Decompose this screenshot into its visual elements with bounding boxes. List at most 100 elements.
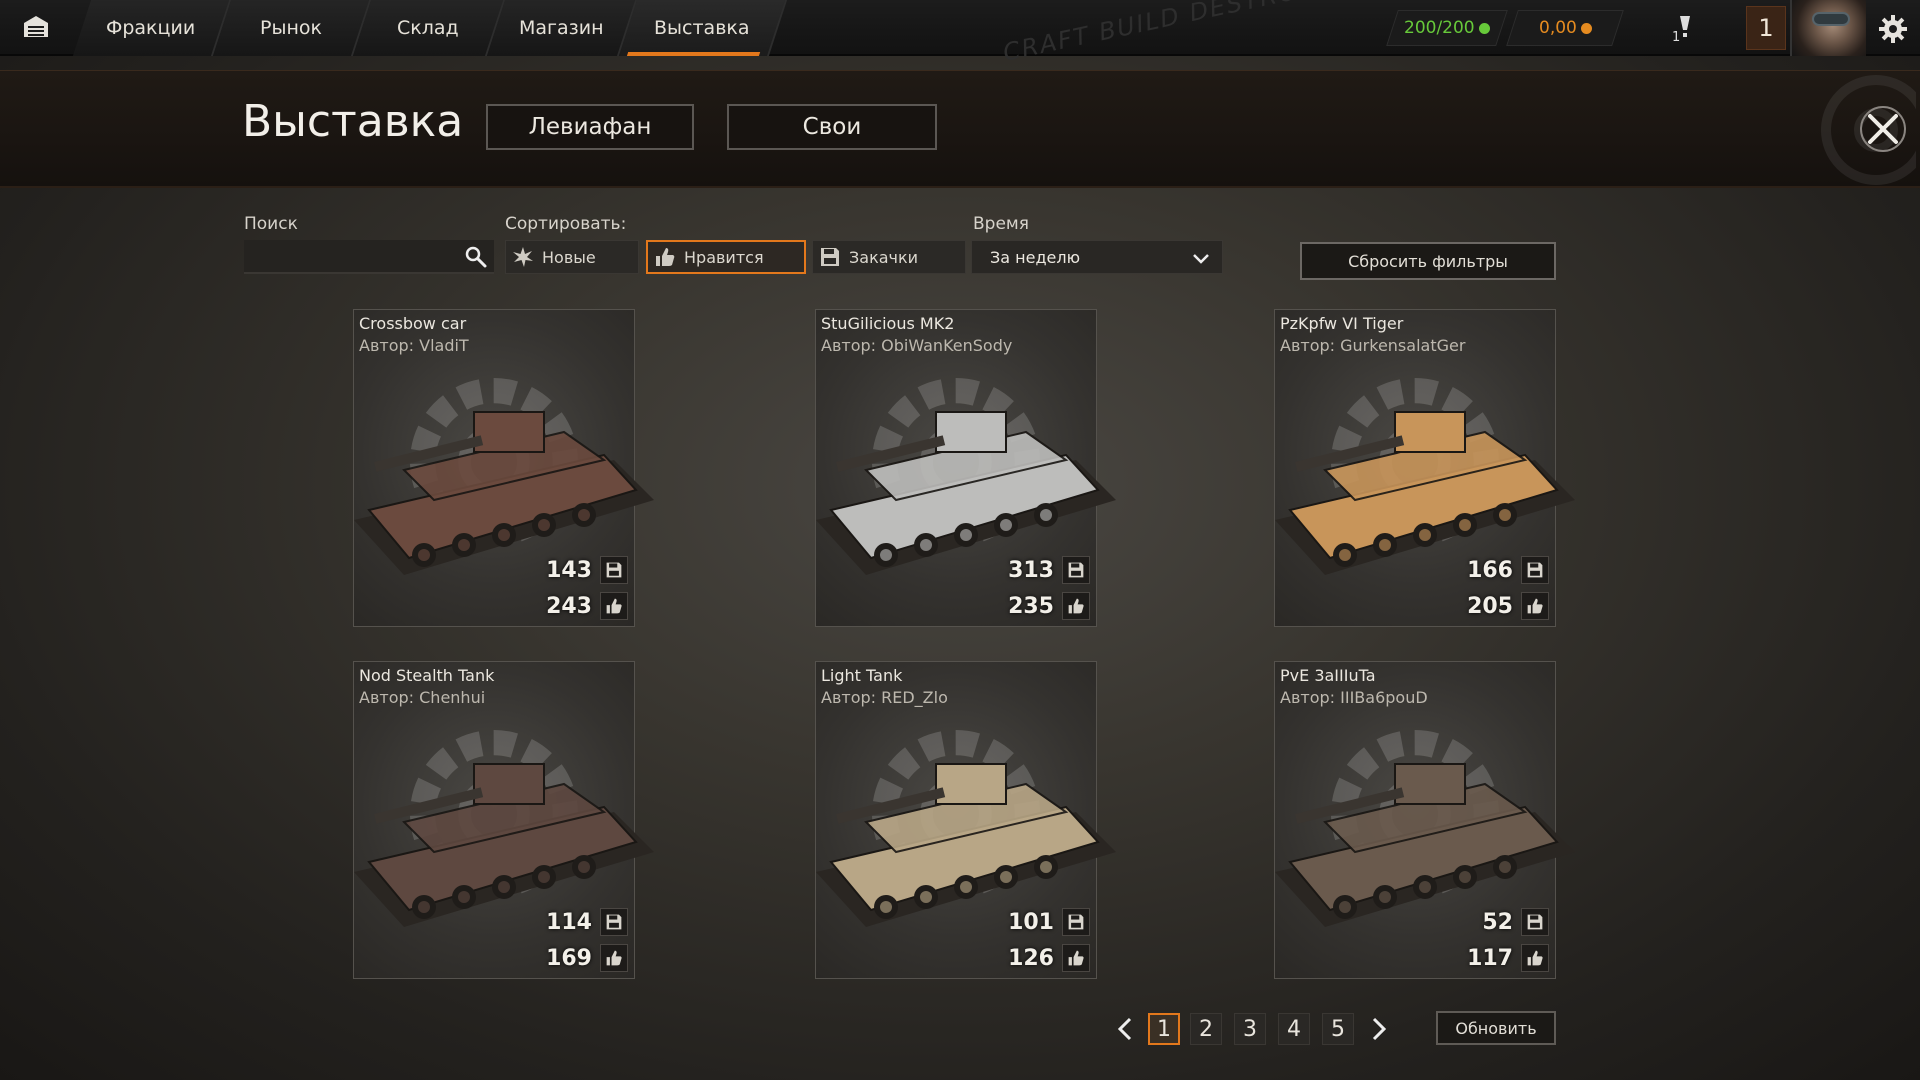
- vehicle-card[interactable]: StuGilicious MK2 Автор: ObiWanKenSody 31…: [815, 309, 1116, 627]
- sort-new-button[interactable]: Новые: [505, 240, 639, 274]
- tab-shop[interactable]: Магазин: [486, 0, 638, 56]
- save-icon[interactable]: [1521, 556, 1549, 584]
- save-icon[interactable]: [1521, 908, 1549, 936]
- likes-stat: 169: [546, 944, 628, 972]
- downloads-stat: 313: [1008, 556, 1090, 584]
- graffiti-decoration: CRAFT BUILD DESTROY: [1000, 0, 1318, 67]
- vehicle-card[interactable]: PvE 3aIIIuTa Автор: IIIBa6pouD 52 117: [1274, 661, 1575, 979]
- page-2-button[interactable]: 2: [1190, 1013, 1222, 1045]
- vehicle-card[interactable]: Crossbow car Автор: VladiT 143 243: [353, 309, 654, 627]
- sort-likes-button[interactable]: Нравится: [646, 240, 806, 274]
- tab-factions[interactable]: Фракции: [72, 0, 232, 56]
- thumbs-up-icon[interactable]: [1521, 592, 1549, 620]
- vehicle-author: Автор: GurkensalatGer: [1280, 336, 1465, 355]
- fuel-value: 200/200: [1404, 18, 1475, 38]
- thumbs-up-icon[interactable]: [600, 944, 628, 972]
- prev-page-icon[interactable]: [1114, 1016, 1138, 1042]
- thumbs-up-icon[interactable]: [600, 592, 628, 620]
- save-icon[interactable]: [600, 908, 628, 936]
- vehicle-card[interactable]: Nod Stealth Tank Автор: Chenhui 114 169: [353, 661, 654, 979]
- coins-value: 0,00: [1538, 18, 1577, 38]
- author-name: IIIBa6pouD: [1340, 688, 1428, 707]
- author-name: Chenhui: [419, 688, 486, 707]
- tab-market-label: Рынок: [260, 17, 322, 39]
- likes-count: 126: [1008, 945, 1054, 971]
- vehicle-author: Автор: IIIBa6pouD: [1280, 688, 1428, 707]
- search-field: [244, 240, 494, 274]
- top-nav-bar: Фракции Рынок Склад Магазин Выставка CRA…: [0, 0, 1920, 67]
- likes-stat: 126: [1008, 944, 1090, 972]
- sort-downloads-button[interactable]: Закачки: [812, 240, 966, 274]
- vehicle-author: Автор: VladiT: [359, 336, 469, 355]
- page-5-button[interactable]: 5: [1322, 1013, 1354, 1045]
- search-input[interactable]: [244, 240, 454, 272]
- save-icon[interactable]: [600, 556, 628, 584]
- downloads-stat: 143: [546, 556, 628, 584]
- likes-stat: 235: [1008, 592, 1090, 620]
- save-icon: [819, 246, 841, 268]
- author-prefix: Автор:: [359, 688, 415, 707]
- search-icon[interactable]: [464, 245, 488, 269]
- author-name: VladiT: [419, 336, 469, 355]
- tab-market[interactable]: Рынок: [212, 0, 372, 56]
- own-button[interactable]: Свои: [727, 104, 937, 150]
- downloads-stat: 114: [546, 908, 628, 936]
- time-value: За неделю: [990, 247, 1081, 267]
- page-4-button[interactable]: 4: [1278, 1013, 1310, 1045]
- tab-storage-label: Склад: [397, 17, 459, 39]
- sort-new-label: Новые: [542, 247, 596, 267]
- page-title: Выставка: [242, 96, 464, 147]
- sort-downloads-label: Закачки: [849, 247, 919, 267]
- player-level: 1: [1746, 6, 1786, 50]
- avatar-goggles: [1812, 12, 1850, 26]
- save-icon[interactable]: [1062, 908, 1090, 936]
- thumbs-up-icon[interactable]: [1521, 944, 1549, 972]
- downloads-count: 52: [1482, 909, 1513, 935]
- author-name: ObiWanKenSody: [881, 336, 1013, 355]
- refresh-button[interactable]: Обновить: [1436, 1011, 1556, 1045]
- tab-storage[interactable]: Склад: [352, 0, 506, 56]
- coins-counter[interactable]: 0,00: [1506, 10, 1624, 46]
- author-prefix: Автор:: [359, 336, 415, 355]
- search-label: Поиск: [244, 214, 298, 234]
- vehicle-card[interactable]: Light Tank Автор: RED_Zlo 101 126: [815, 661, 1116, 979]
- page-3-button[interactable]: 3: [1234, 1013, 1266, 1045]
- time-label: Время: [973, 214, 1029, 234]
- vehicle-name: Crossbow car: [359, 314, 467, 333]
- vehicle-name: StuGilicious MK2: [821, 314, 955, 333]
- author-name: GurkensalatGer: [1340, 336, 1466, 355]
- vehicle-name: Light Tank: [821, 666, 903, 685]
- thumbs-up-icon[interactable]: [1062, 592, 1090, 620]
- author-prefix: Автор:: [821, 336, 877, 355]
- downloads-stat: 101: [1008, 908, 1090, 936]
- downloads-stat: 52: [1482, 908, 1549, 936]
- likes-stat: 243: [546, 592, 628, 620]
- likes-stat: 117: [1467, 944, 1549, 972]
- downloads-count: 166: [1467, 557, 1513, 583]
- likes-count: 235: [1008, 593, 1054, 619]
- vehicle-card[interactable]: PzKpfw VI Tiger Автор: GurkensalatGer 16…: [1274, 309, 1575, 627]
- downloads-count: 101: [1008, 909, 1054, 935]
- vehicle-author: Автор: ObiWanKenSody: [821, 336, 1012, 355]
- gear-icon[interactable]: [1878, 14, 1908, 44]
- reset-filters-button[interactable]: Сбросить фильтры: [1300, 242, 1556, 280]
- page-1-button[interactable]: 1: [1148, 1013, 1180, 1045]
- downloads-count: 114: [546, 909, 592, 935]
- next-page-icon[interactable]: [1366, 1016, 1390, 1042]
- thumbs-up-icon: [654, 246, 676, 268]
- downloads-count: 313: [1008, 557, 1054, 583]
- likes-count: 169: [546, 945, 592, 971]
- home-icon[interactable]: [14, 6, 58, 46]
- downloads-stat: 166: [1467, 556, 1549, 584]
- tab-exhibition-label: Выставка: [654, 17, 750, 39]
- fuel-icon: [1478, 22, 1490, 34]
- close-icon[interactable]: [1858, 104, 1908, 154]
- time-dropdown[interactable]: За неделю: [971, 240, 1223, 274]
- leviathan-button[interactable]: Левиафан: [486, 104, 694, 150]
- player-avatar[interactable]: [1790, 0, 1866, 56]
- fuel-counter[interactable]: 200/200: [1386, 10, 1508, 46]
- tab-exhibition[interactable]: Выставка: [618, 0, 788, 56]
- vehicle-name: Nod Stealth Tank: [359, 666, 495, 685]
- save-icon[interactable]: [1062, 556, 1090, 584]
- thumbs-up-icon[interactable]: [1062, 944, 1090, 972]
